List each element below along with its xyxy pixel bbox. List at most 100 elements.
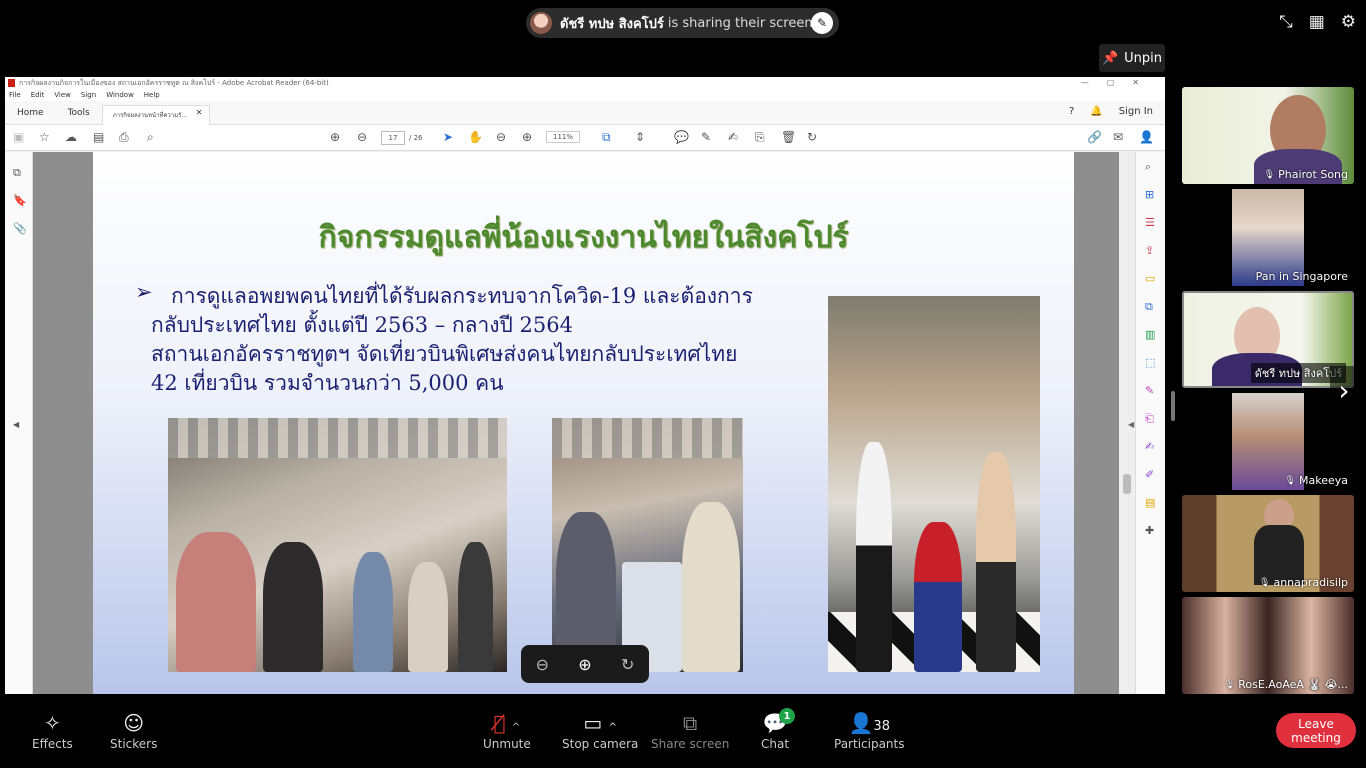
meeting-toolbar: ✧ Effects ☺ Stickers 🎙̸ ^ Unmute ▭ ^ Sto… xyxy=(0,695,1366,768)
zoom-level-select[interactable]: 111% xyxy=(546,131,581,143)
mail-icon[interactable]: ✉ xyxy=(1113,130,1123,144)
zoom-in-icon[interactable]: ⊕ xyxy=(578,655,591,674)
more-tools-icon[interactable]: ✚ xyxy=(1145,524,1154,537)
acrobat-tools-rail: ⌕ ⊞ ☰ ⇪ ▭ ⧉ ▥ ⬚ ✎ ⎗ ✍ ✐ ▤ ✚ ◀ xyxy=(1128,152,1165,694)
attachments-icon[interactable]: 📎 xyxy=(13,222,27,235)
scroll-thumb[interactable] xyxy=(1123,474,1131,494)
scroll-mode-icon[interactable]: ⇕ xyxy=(635,130,645,144)
comment-tool-icon[interactable]: ▭ xyxy=(1145,272,1155,285)
video-call-window: ดัชรี ทปษ สิงคโปร์ is sharing their scre… xyxy=(0,0,1366,768)
draw-icon[interactable]: ✍ xyxy=(728,130,738,144)
share-screen-icon: ⧉ xyxy=(683,711,698,735)
menu-sign[interactable]: Sign xyxy=(81,89,96,101)
prepare-form-icon[interactable]: ✐ xyxy=(1145,468,1154,481)
stamp-icon[interactable]: ⎘ xyxy=(755,130,765,145)
sparkle-icon: ✧ xyxy=(44,711,61,735)
zoom-in-icon[interactable]: ⊕ xyxy=(522,130,532,144)
slide-body: การดูแลอพยพคนไทยที่ได้รับผลกระทบจากโควิด… xyxy=(151,282,811,398)
file-icon[interactable]: ▤ xyxy=(93,130,104,144)
screen-zoom-controls: ⊖ ⊕ ↻ xyxy=(521,645,649,683)
bookmark-star-icon[interactable]: ☆ xyxy=(39,130,50,144)
zoom-out-icon[interactable]: ⊖ xyxy=(536,655,549,674)
page-total: / 26 xyxy=(409,134,423,142)
prev-page-icon[interactable]: ⊕ xyxy=(330,130,340,144)
delete-icon[interactable]: 🗑 xyxy=(781,130,796,144)
left-collapse-arrow-icon[interactable]: ◀ xyxy=(13,420,19,429)
rotate-icon[interactable]: ↻ xyxy=(807,130,817,144)
participant-tile[interactable]: 🎙 Phairot Song xyxy=(1182,87,1354,184)
save-icon[interactable]: ▣ xyxy=(13,130,24,144)
search-icon[interactable]: ⌕ xyxy=(147,130,154,145)
menu-help[interactable]: Help xyxy=(144,89,160,101)
participant-tile-active[interactable]: ดัชรี ทปษ สิงคโปร์ xyxy=(1182,291,1354,388)
stop-camera-button[interactable]: ▭ ^ Stop camera xyxy=(562,711,638,751)
link-icon[interactable]: 🔗 xyxy=(1087,130,1102,144)
effects-button[interactable]: ✧ Effects xyxy=(32,711,73,751)
layout-icon[interactable]: ▦ xyxy=(1309,12,1325,32)
page-number-input[interactable]: 17 xyxy=(381,131,405,145)
fit-page-icon[interactable]: ⧉ xyxy=(602,130,611,145)
close-tab-icon[interactable]: ✕ xyxy=(196,108,203,117)
hand-tool-icon[interactable]: ✋ xyxy=(468,130,483,144)
search-tool-icon[interactable]: ⌕ xyxy=(1145,160,1151,174)
stickers-button[interactable]: ☺ Stickers xyxy=(110,711,157,751)
panel-resize-handle[interactable] xyxy=(1171,391,1175,421)
tab-home[interactable]: Home xyxy=(5,101,56,125)
settings-gear-icon[interactable]: ⚙ xyxy=(1341,12,1356,32)
select-cursor-icon[interactable]: ➤ xyxy=(443,130,453,144)
acrobat-title-bar: การกิจผลงานกิจการในเมืองของ สถานเอกอัครร… xyxy=(5,77,1165,89)
tab-tools[interactable]: Tools xyxy=(56,101,102,125)
menu-window[interactable]: Window xyxy=(106,89,134,101)
combine-files-icon[interactable]: ⧉ xyxy=(1145,300,1153,314)
slide-line: กลับประเทศไทย ตั้งแต่ปี 2563 – กลางปี 25… xyxy=(151,313,573,337)
zoom-out-icon[interactable]: ⊖ xyxy=(496,130,506,144)
reset-zoom-icon[interactable]: ↻ xyxy=(621,655,634,674)
menu-file[interactable]: File xyxy=(9,89,21,101)
protect-icon[interactable]: ⎗ xyxy=(1145,412,1154,426)
notification-bell-icon[interactable]: 🔔 xyxy=(1090,106,1102,117)
participants-icon: 👤38 xyxy=(848,711,890,735)
organize-pages-icon[interactable]: ☰ xyxy=(1145,216,1155,229)
participant-tile[interactable]: 🎙 RosE.AoAeA 🐰 😭... xyxy=(1182,597,1354,694)
unmute-button[interactable]: 🎙̸ ^ Unmute xyxy=(483,711,531,751)
print-icon[interactable]: ⎙ xyxy=(119,130,129,145)
comment-icon[interactable]: 💬 xyxy=(674,130,689,144)
menu-view[interactable]: View xyxy=(54,89,71,101)
create-pdf-icon[interactable]: ⊞ xyxy=(1145,188,1154,201)
help-icon[interactable]: ? xyxy=(1069,106,1074,117)
tab-document[interactable]: ภารกิจผลงานหน้าที่ความรั... xyxy=(101,104,210,125)
leave-meeting-button[interactable]: Leave meeting xyxy=(1276,713,1356,748)
participant-tile[interactable]: 🎙 annapradisilp xyxy=(1182,495,1354,592)
compress-icon[interactable]: ⬚ xyxy=(1145,356,1155,369)
menu-edit[interactable]: Edit xyxy=(31,89,45,101)
presenter-avatar xyxy=(530,12,552,34)
share-user-icon[interactable]: 👤 xyxy=(1139,130,1154,144)
send-signature-icon[interactable]: ✍ xyxy=(1145,440,1154,453)
next-participants-arrow-icon[interactable]: › xyxy=(1330,366,1358,414)
edit-pdf-icon[interactable]: ▤ xyxy=(1145,496,1155,509)
upload-cloud-icon[interactable]: ☁ xyxy=(65,130,77,144)
slide-title: กิจกรรมดูแลพี่น้องแรงงานไทยในสิงคโปร์ xyxy=(318,220,849,255)
participant-name: 🎙 annapradisilp xyxy=(1259,576,1348,589)
export-pdf-icon[interactable]: ⇪ xyxy=(1145,244,1154,257)
sign-in-link[interactable]: Sign In xyxy=(1119,106,1153,117)
right-collapse-arrow-icon[interactable]: ◀ xyxy=(1128,420,1134,429)
participant-tile[interactable]: 🎙 Makeeya xyxy=(1182,393,1354,490)
airport-photo-counter xyxy=(552,418,743,672)
highlight-pen-icon[interactable]: ✎ xyxy=(701,130,711,144)
fill-sign-icon[interactable]: ✎ xyxy=(1145,384,1154,397)
participant-tile[interactable]: Pan in Singapore xyxy=(1182,189,1354,286)
slide-line: สถานเอกอัครราชทูตฯ จัดเที่ยวบินพิเศษส่งค… xyxy=(151,342,738,366)
slide-page: กิจกรรมดูแลพี่น้องแรงงานไทยในสิงคโปร์ ➢ … xyxy=(93,152,1074,694)
bookmarks-icon[interactable]: 🔖 xyxy=(13,194,27,207)
share-screen-button[interactable]: ⧉ Share screen xyxy=(651,711,729,751)
annotate-pen-icon[interactable]: ✎ xyxy=(811,12,833,34)
participants-button[interactable]: 👤38 Participants xyxy=(834,711,905,751)
excel-export-icon[interactable]: ▥ xyxy=(1145,328,1155,341)
minimize-view-icon[interactable]: ⤡ xyxy=(1279,12,1293,32)
next-page-icon[interactable]: ⊖ xyxy=(357,130,367,144)
acrobat-right-controls: ? 🔔 Sign In xyxy=(1069,106,1153,117)
slide-bullet-arrow: ➢ xyxy=(135,280,153,304)
page-thumbnails-icon[interactable]: ⧉ xyxy=(13,166,21,180)
unpin-button[interactable]: 📌 Unpin xyxy=(1099,44,1165,72)
